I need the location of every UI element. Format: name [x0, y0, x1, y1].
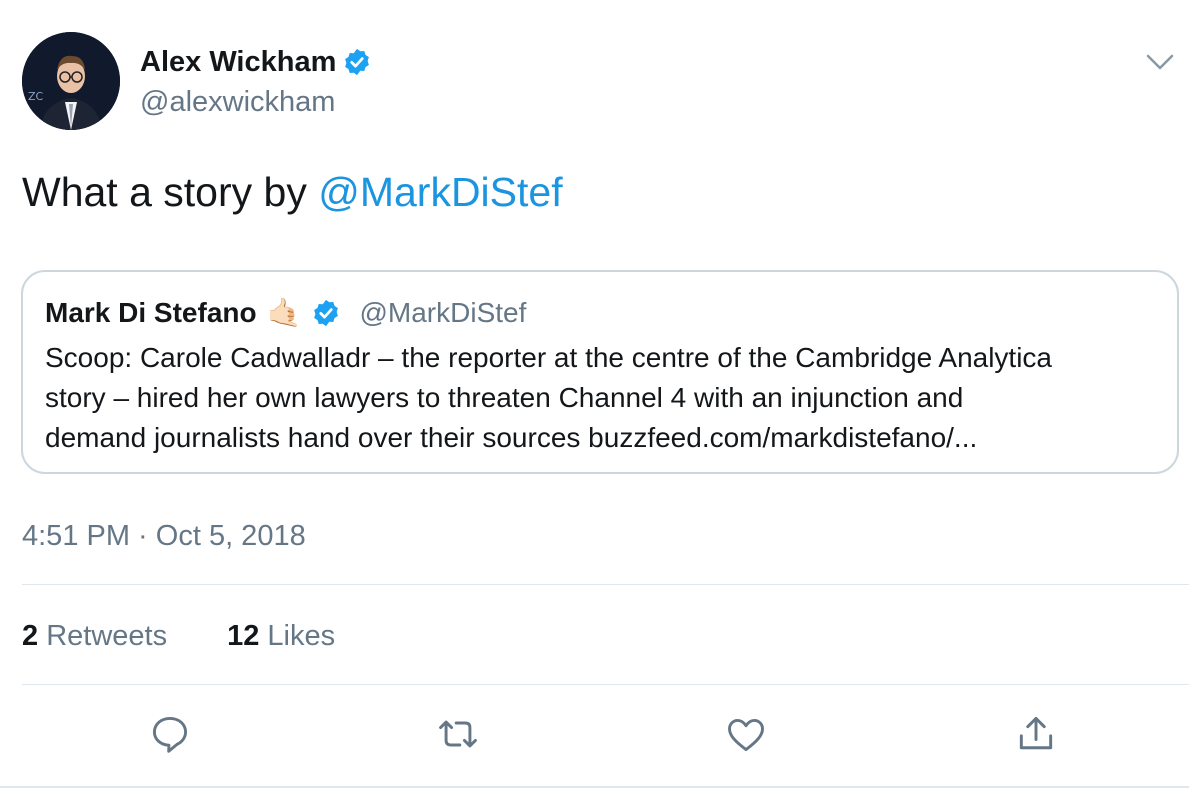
tweet-card: ZC Alex Wickham @alexwickham What a stor… [0, 0, 1189, 789]
author-name-row[interactable]: Alex Wickham [140, 42, 372, 82]
tweet-timestamp[interactable]: 4:51 PM · Oct 5, 2018 [22, 516, 306, 556]
tweet-text-prefix: What a story by [22, 169, 319, 215]
likes-label: Likes [267, 620, 336, 652]
quoted-author-name: Mark Di Stefano [45, 297, 257, 328]
quoted-tweet-line: demand journalists hand over their sourc… [45, 422, 978, 453]
verified-badge-icon [311, 298, 341, 328]
retweets-stat[interactable]: 2 Retweets [22, 616, 167, 656]
reply-icon[interactable] [148, 712, 192, 756]
quoted-tweet[interactable]: Mark Di Stefano 🤙🏻 @MarkDiStef Scoop: Ca… [21, 270, 1179, 474]
verified-badge-icon [342, 47, 372, 77]
mention-link[interactable]: @MarkDiStef [318, 169, 562, 215]
author-name[interactable]: Alex Wickham [140, 42, 336, 82]
quoted-tweet-text: Scoop: Carole Cadwalladr – the reporter … [45, 338, 1165, 458]
like-icon[interactable] [724, 712, 768, 756]
quoted-tweet-line: story – hired her own lawyers to threate… [45, 382, 964, 413]
retweet-icon[interactable] [436, 712, 480, 756]
likes-count: 12 [227, 620, 260, 652]
quoted-author-handle: @MarkDiStef [359, 297, 527, 328]
likes-stat[interactable]: 12 Likes [227, 616, 335, 656]
divider [22, 684, 1189, 685]
tweet-actions [0, 712, 1189, 756]
tweet-stats: 2 Retweets 12 Likes [22, 616, 395, 656]
tweet-text: What a story by @MarkDiStef [22, 166, 563, 218]
bottom-border [0, 786, 1189, 788]
svg-text:ZC: ZC [28, 90, 44, 103]
chevron-down-icon[interactable] [1144, 48, 1176, 76]
share-icon[interactable] [1014, 712, 1058, 756]
quoted-tweet-line: Scoop: Carole Cadwalladr – the reporter … [45, 342, 1053, 373]
author-avatar[interactable]: ZC [22, 32, 120, 130]
retweets-label: Retweets [46, 620, 168, 652]
divider [22, 584, 1189, 585]
author-handle[interactable]: @alexwickham [140, 82, 335, 122]
quoted-tweet-header: Mark Di Stefano 🤙🏻 @MarkDiStef [45, 294, 526, 332]
call-me-hand-emoji: 🤙🏻 [266, 297, 302, 328]
retweets-count: 2 [22, 620, 39, 652]
